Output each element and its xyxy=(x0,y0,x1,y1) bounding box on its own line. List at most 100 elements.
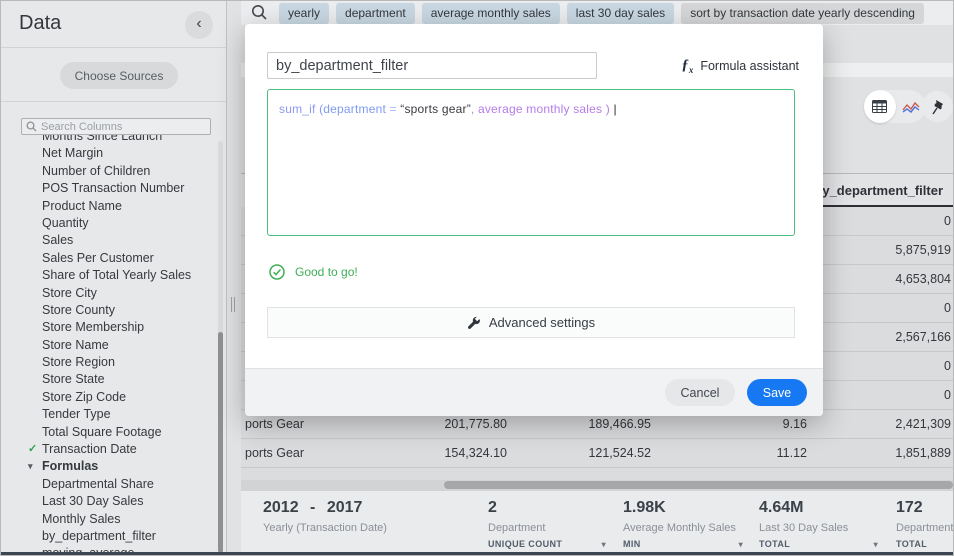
sidebar-item-store-zip-code[interactable]: Store Zip Code xyxy=(1,389,215,406)
sidebar-item-transaction-date[interactable]: ✓Transaction Date xyxy=(1,441,215,458)
sidebar-item-store-city[interactable]: Store City xyxy=(1,285,215,302)
sidebar-item-label: Store Name xyxy=(42,338,109,352)
sidebar-item-sales[interactable]: Sales xyxy=(1,232,215,249)
search-filter-bar: yearly department average monthly sales las… xyxy=(241,1,953,25)
stat-department: 2DepartmentUNIQUE COUNT▾ xyxy=(488,499,606,549)
sidebar-item-total-square-footage[interactable]: Total Square Footage xyxy=(1,424,215,441)
collapse-sidebar-button[interactable]: ‹ xyxy=(185,11,213,39)
sidebar-item-label: Store Membership xyxy=(42,320,144,334)
sidebar-item-by-department-filter[interactable]: by_department_filter xyxy=(1,528,215,545)
table-row[interactable] xyxy=(241,468,954,480)
sidebar-item-label: POS Transaction Number xyxy=(42,181,184,195)
stat-aggregation-selector[interactable]: TOTAL ▾ xyxy=(759,539,878,549)
column-header-by-department-filter[interactable]: by_department_filter xyxy=(814,174,943,208)
chevron-down-icon[interactable]: ▾ xyxy=(28,458,33,475)
table-cell: ports Gear xyxy=(245,439,304,467)
table-row[interactable]: ports Gear154,324.10121,524.5211.121,851… xyxy=(241,439,954,468)
aggregation-label: TOTAL xyxy=(759,539,790,549)
sidebar-item-label: Departmental Share xyxy=(42,477,154,491)
table-cell: 1,851,889 xyxy=(895,439,951,467)
sidebar-item-store-membership[interactable]: Store Membership xyxy=(1,319,215,336)
save-button[interactable]: Save xyxy=(747,379,807,406)
sidebar-item-label: Store State xyxy=(42,372,105,386)
advanced-settings-button[interactable]: Advanced settings xyxy=(267,307,795,338)
horizontal-scrollbar[interactable] xyxy=(241,480,953,490)
sidebar-item-months-since-launch[interactable]: Months Since Launch xyxy=(1,135,215,145)
sidebar-item-label: Store Zip Code xyxy=(42,390,126,404)
sidebar-item-last-30-day-sales[interactable]: Last 30 Day Sales xyxy=(1,493,215,510)
table-cell: 2,421,309 xyxy=(895,410,951,438)
table-cell: 154,324.10 xyxy=(444,439,507,467)
sidebar-item-formulas[interactable]: ▾Formulas xyxy=(1,458,215,475)
sidebar-item-quantity[interactable]: Quantity xyxy=(1,215,215,232)
sidebar-item-net-margin[interactable]: Net Margin xyxy=(1,145,215,162)
stat-label: Department xyxy=(488,522,606,534)
sidebar-item-tender-type[interactable]: Tender Type xyxy=(1,406,215,423)
filter-chip[interactable]: last 30 day sales xyxy=(567,3,674,24)
choose-sources-button[interactable]: Choose Sources xyxy=(60,62,178,89)
formula-assistant-button[interactable]: ƒx Formula assistant xyxy=(681,57,799,75)
stat-departmenta: 172DepartmentaTOTAL xyxy=(896,499,954,549)
formula-token: , xyxy=(471,102,478,116)
window-bottom-edge xyxy=(1,552,953,555)
table-cell: 0 xyxy=(944,352,951,380)
sidebar-item-share-of-total-yearly-sales[interactable]: Share of Total Yearly Sales xyxy=(1,267,215,284)
search-columns-input[interactable] xyxy=(41,121,201,133)
table-view-icon[interactable] xyxy=(864,90,896,123)
chevron-down-icon[interactable]: ▾ xyxy=(602,540,606,549)
stat-aggregation-selector[interactable]: UNIQUE COUNT▾ xyxy=(488,539,606,549)
stat-aggregation-selector[interactable]: TOTAL xyxy=(896,539,954,549)
sidebar-item-label: Quantity xyxy=(42,216,89,230)
table-cell: 4,653,804 xyxy=(895,265,951,293)
sidebar-item-label: Store County xyxy=(42,303,115,317)
formula-name-input[interactable] xyxy=(267,52,597,79)
sidebar-item-store-region[interactable]: Store Region xyxy=(1,354,215,371)
aggregation-label: TOTAL xyxy=(896,539,927,549)
horizontal-scrollbar-thumb[interactable] xyxy=(444,481,953,489)
sidebar-scrollbar[interactable] xyxy=(218,141,223,553)
stat-average-monthly-sales: 1.98KAverage Monthly SalesMIN▾ xyxy=(623,499,743,549)
filter-chip[interactable]: sort by transaction date yearly descendi… xyxy=(681,3,924,24)
sidebar-item-label: Tender Type xyxy=(42,407,111,421)
dialog-footer: Cancel Save xyxy=(245,368,823,416)
stat-value: 4.64M xyxy=(759,499,878,517)
formula-token: average monthly sales xyxy=(478,102,606,116)
filter-chip[interactable]: yearly xyxy=(279,3,329,24)
resize-handle-icon[interactable] xyxy=(231,297,235,312)
chevron-down-icon[interactable]: ▾ xyxy=(739,540,743,549)
panel-resize-gutter[interactable] xyxy=(227,1,241,556)
view-toggle[interactable] xyxy=(864,90,926,123)
filter-chip[interactable]: average monthly sales xyxy=(422,3,560,24)
sidebar-item-monthly-sales[interactable]: Monthly Sales xyxy=(1,511,215,528)
sidebar-item-pos-transaction-number[interactable]: POS Transaction Number xyxy=(1,180,215,197)
stat-label: Average Monthly Sales xyxy=(623,522,743,534)
stat-label: Departmenta xyxy=(896,522,954,534)
sidebar-item-product-name[interactable]: Product Name xyxy=(1,198,215,215)
chevron-down-icon[interactable]: ▾ xyxy=(874,540,878,549)
sidebar-item-label: Monthly Sales xyxy=(42,512,121,526)
stat-aggregation-selector[interactable]: MIN ▾ xyxy=(623,539,743,549)
aggregation-label: MIN xyxy=(623,539,641,549)
sidebar-item-sales-per-customer[interactable]: Sales Per Customer xyxy=(1,250,215,267)
formula-editor[interactable]: sum_if (department = “sports gear”, aver… xyxy=(267,89,795,236)
filter-chip[interactable]: department xyxy=(336,3,415,24)
pin-button[interactable] xyxy=(922,91,953,122)
sidebar-item-store-state[interactable]: Store State xyxy=(1,371,215,388)
sidebar-item-departmental-share[interactable]: Departmental Share xyxy=(1,476,215,493)
stat-label: Yearly (Transaction Date) xyxy=(263,522,468,534)
sidebar-item-number-of-children[interactable]: Number of Children xyxy=(1,163,215,180)
cancel-button[interactable]: Cancel xyxy=(665,379,735,406)
sidebar-item-store-name[interactable]: Store Name xyxy=(1,337,215,354)
sidebar-item-store-county[interactable]: Store County xyxy=(1,302,215,319)
sidebar-scrollbar-thumb[interactable] xyxy=(218,332,223,553)
stat-yearly-transaction-date-: 2012 - 2017Yearly (Transaction Date) xyxy=(263,499,468,534)
app-window: yearly department average monthly sales las… xyxy=(0,0,954,556)
data-sidebar: Data ‹ Choose Sources Months Since Launc… xyxy=(1,1,227,556)
search-columns-box[interactable] xyxy=(21,118,211,135)
sidebar-item-label: Months Since Launch xyxy=(42,135,162,143)
sidebar-item-label: by_department_filter xyxy=(42,529,156,543)
sidebar-item-label: Store City xyxy=(42,286,97,300)
check-icon: ✓ xyxy=(28,441,37,458)
sidebar-item-label: Number of Children xyxy=(42,164,150,178)
search-icon[interactable] xyxy=(251,4,268,26)
